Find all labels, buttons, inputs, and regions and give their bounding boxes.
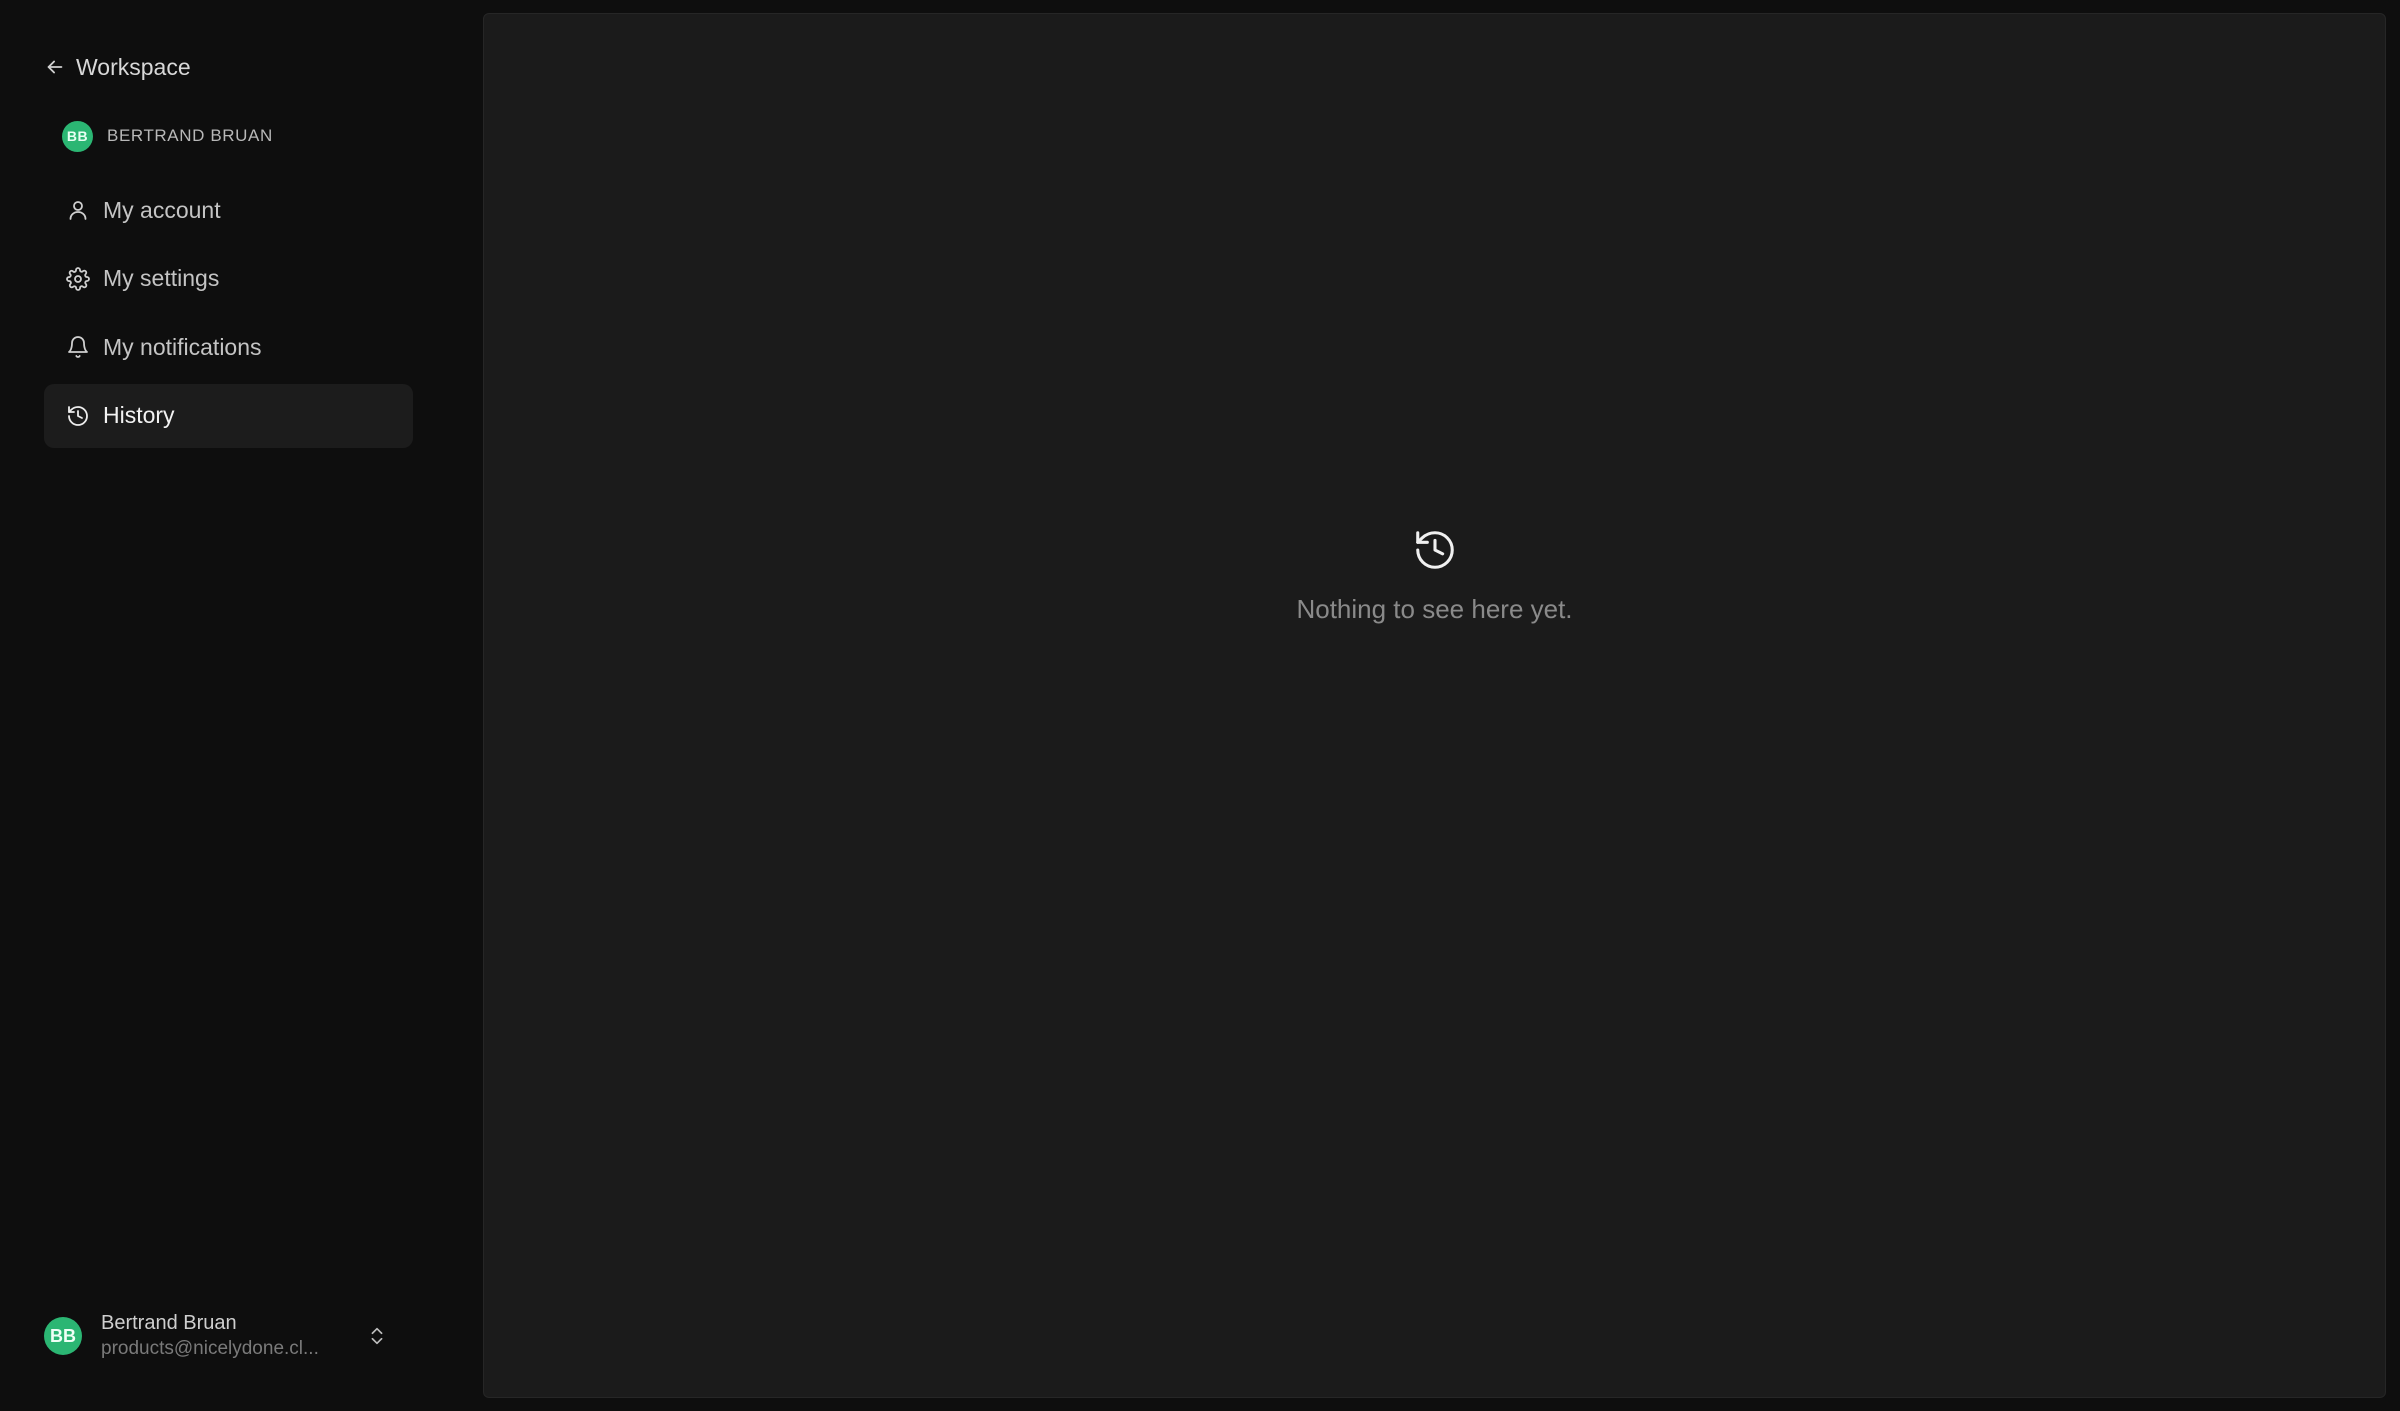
user-email: products@nicelydone.cl... — [101, 1338, 319, 1359]
owner-avatar: BB — [62, 120, 93, 152]
user-info: Bertrand Bruan products@nicelydone.cl... — [101, 1310, 341, 1362]
main-panel: Nothing to see here yet. — [483, 13, 2386, 1398]
back-link-label: Workspace — [76, 53, 191, 80]
sidebar-item-label: My settings — [103, 265, 220, 291]
sidebar-item-label: My notifications — [103, 333, 262, 360]
user-avatar: BB — [44, 1317, 82, 1355]
arrow-left-icon — [47, 60, 63, 74]
app-window: Workspace BB BERTRAND BRUAN My account M… — [0, 0, 2400, 1411]
history-icon — [66, 404, 90, 428]
workspace-owner: BB BERTRAND BRUAN — [62, 120, 273, 152]
sidebar: Workspace BB BERTRAND BRUAN My account M… — [0, 0, 470, 1411]
empty-state-message: Nothing to see here yet. — [1296, 594, 1573, 624]
gear-icon — [66, 266, 90, 291]
owner-name: BERTRAND BRUAN — [107, 126, 273, 145]
user-icon — [66, 198, 90, 222]
history-icon — [1415, 531, 1454, 569]
empty-state: Nothing to see here yet. — [484, 527, 2385, 625]
sidebar-item-label: History — [103, 402, 175, 428]
sidebar-item-history[interactable]: History — [44, 383, 413, 448]
user-name: Bertrand Bruan — [101, 1312, 237, 1334]
sidebar-item-my-settings[interactable]: My settings — [44, 247, 413, 311]
user-account-switcher[interactable]: BB Bertrand Bruan products@nicelydone.cl… — [44, 1308, 394, 1364]
sidebar-nav: My account My settings My notifications … — [44, 178, 413, 452]
sidebar-item-my-account[interactable]: My account — [44, 178, 413, 242]
chevron-up-down-icon — [371, 1327, 383, 1345]
sidebar-item-my-notifications[interactable]: My notifications — [44, 315, 413, 379]
sidebar-item-label: My account — [103, 196, 221, 223]
back-to-workspace-link[interactable]: Workspace — [44, 50, 191, 84]
bell-icon — [66, 335, 90, 359]
